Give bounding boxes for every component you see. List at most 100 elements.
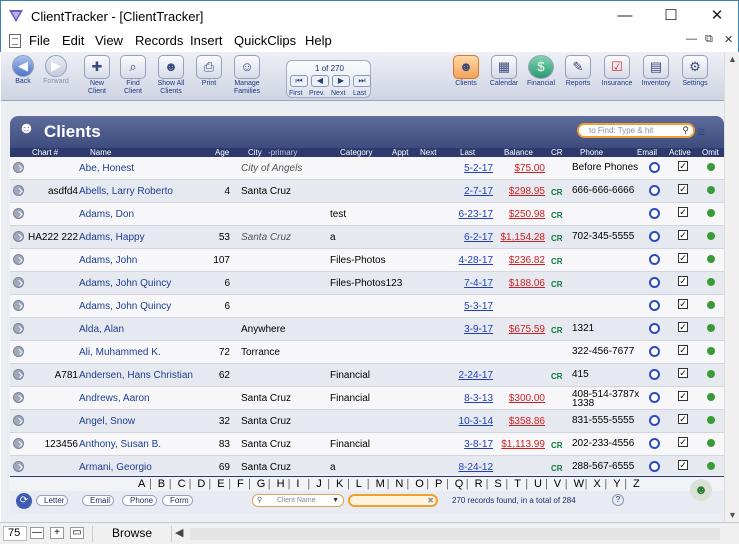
last-visit-link[interactable]: 4-28-17 <box>455 255 493 266</box>
quick-search-input[interactable]: ✖ <box>348 494 438 507</box>
alpha-letter-a[interactable]: A <box>138 478 145 490</box>
col-name[interactable]: Name <box>90 148 111 157</box>
last-visit-link[interactable]: 5-2-17 <box>455 163 493 174</box>
client-name[interactable]: Adams, Don <box>79 209 134 220</box>
col-chart[interactable]: Chart # <box>32 148 58 157</box>
alpha-letter-m[interactable]: M <box>376 478 385 490</box>
email-icon[interactable] <box>649 415 660 426</box>
email-button[interactable]: Email <box>82 495 115 506</box>
maximize-button[interactable]: ☐ <box>648 1 694 31</box>
letter-button[interactable]: Letter <box>36 495 69 506</box>
col-next[interactable]: Next <box>420 148 436 157</box>
client-name[interactable]: Andersen, Hans Christian <box>79 370 193 381</box>
col-appt[interactable]: Appt <box>392 148 408 157</box>
alpha-letter-y[interactable]: Y <box>613 478 620 490</box>
table-row[interactable]: Angel, Snow 32 Santa Cruz 10-3-14 $358.86 831… <box>10 410 724 433</box>
active-checkbox[interactable]: ✓ <box>678 322 688 332</box>
col-last[interactable]: Last <box>460 148 475 157</box>
balance-link[interactable]: $250.98 <box>500 209 545 220</box>
last-visit-link[interactable]: 10-3-14 <box>455 416 493 427</box>
col-age[interactable]: Age <box>215 148 229 157</box>
col-cr[interactable]: CR <box>551 148 563 157</box>
table-row[interactable]: Adams, Don test 6-23-17 $250.98 CR ✓ <box>10 203 724 226</box>
zoom-in-icon[interactable]: + <box>50 527 64 539</box>
active-checkbox[interactable]: ✓ <box>678 161 688 171</box>
email-icon[interactable] <box>649 254 660 265</box>
table-row[interactable]: Ali, Muhammed K. 72 Torrance 322-456-7677 ✓ <box>10 341 724 364</box>
email-icon[interactable] <box>649 208 660 219</box>
email-icon[interactable] <box>649 438 660 449</box>
client-name[interactable]: Adams, John Quincy <box>79 301 171 312</box>
zoom-level[interactable]: 75 <box>3 526 27 541</box>
balance-link[interactable]: $675.59 <box>500 324 545 335</box>
back-button[interactable]: ◀ Back <box>7 55 39 99</box>
alpha-letter-o[interactable]: O <box>415 478 424 490</box>
email-icon[interactable] <box>649 185 660 196</box>
row-select-icon[interactable] <box>13 323 24 334</box>
active-checkbox[interactable]: ✓ <box>678 207 688 217</box>
zoom-out-icon[interactable]: — <box>30 527 44 539</box>
email-icon[interactable] <box>649 392 660 403</box>
row-select-icon[interactable] <box>13 461 24 472</box>
doc-minimize-button[interactable]: — <box>686 33 697 45</box>
email-icon[interactable] <box>649 277 660 288</box>
table-row[interactable]: Adams, John Quincy 6 5-3-17 ✓ <box>10 295 724 318</box>
omit-icon[interactable] <box>707 416 715 424</box>
email-icon[interactable] <box>649 162 660 173</box>
minimize-button[interactable]: — <box>602 1 648 31</box>
table-row[interactable]: Adams, John Quincy 6 Files-Photos123 7-4-17… <box>10 272 724 295</box>
scroll-up-icon[interactable]: ▲ <box>728 54 737 64</box>
col-email[interactable]: Email <box>637 148 657 157</box>
manage-families-button[interactable]: ☺ Manage Families <box>229 55 265 99</box>
document-icon[interactable] <box>9 34 21 48</box>
omit-icon[interactable] <box>707 232 715 240</box>
alpha-letter-g[interactable]: G <box>257 478 266 490</box>
omit-icon[interactable] <box>707 301 715 309</box>
active-checkbox[interactable]: ✓ <box>678 276 688 286</box>
row-select-icon[interactable] <box>13 231 24 242</box>
layout-toggle-icon[interactable]: ▭ <box>70 527 84 539</box>
alpha-letter-e[interactable]: E <box>217 478 224 490</box>
menu-edit[interactable]: Edit <box>62 33 84 48</box>
menu-help[interactable]: Help <box>305 33 332 48</box>
last-record-icon[interactable]: ⏭ <box>353 75 371 87</box>
mode-indicator[interactable]: Browse <box>92 526 172 542</box>
omit-icon[interactable] <box>707 439 715 447</box>
email-icon[interactable] <box>649 346 660 357</box>
reports-button[interactable]: ✎ Reports <box>561 55 595 99</box>
menu-view[interactable]: View <box>95 33 123 48</box>
scroll-down-icon[interactable]: ▼ <box>728 510 737 520</box>
financial-button[interactable]: $ Financial <box>524 55 558 99</box>
alpha-letter-s[interactable]: S <box>494 478 501 490</box>
alpha-letter-u[interactable]: U <box>534 478 542 490</box>
client-name[interactable]: Adams, John <box>79 255 137 266</box>
client-name[interactable]: Adams, John Quincy <box>79 278 171 289</box>
row-select-icon[interactable] <box>13 254 24 265</box>
menu-records[interactable]: Records <box>135 33 183 48</box>
email-icon[interactable] <box>649 323 660 334</box>
last-visit-link[interactable]: 3-9-17 <box>455 324 493 335</box>
alpha-letter-d[interactable]: D <box>197 478 205 490</box>
row-select-icon[interactable] <box>13 208 24 219</box>
row-select-icon[interactable] <box>13 438 24 449</box>
client-name[interactable]: Alda, Alan <box>79 324 124 335</box>
active-checkbox[interactable]: ✓ <box>678 414 688 424</box>
row-select-icon[interactable] <box>13 185 24 196</box>
active-checkbox[interactable]: ✓ <box>678 345 688 355</box>
menu-file[interactable]: File <box>29 33 50 48</box>
last-visit-link[interactable]: 7-4-17 <box>455 278 493 289</box>
first-record-icon[interactable]: ⏮ <box>290 75 308 87</box>
email-icon[interactable] <box>649 231 660 242</box>
group-status-icon[interactable]: ☻ <box>690 479 712 501</box>
row-select-icon[interactable] <box>13 277 24 288</box>
client-name[interactable]: Armani, Georgio <box>79 462 152 473</box>
prev-record-icon[interactable]: ◀ <box>311 75 329 87</box>
active-checkbox[interactable]: ✓ <box>678 299 688 309</box>
table-row[interactable]: Andrews, Aaron Santa Cruz Financial 8-3-13 $… <box>10 387 724 410</box>
last-visit-link[interactable]: 8-24-12 <box>455 462 493 473</box>
find-clear-link[interactable]: cr <box>698 126 705 135</box>
client-name[interactable]: Ali, Muhammed K. <box>79 347 161 358</box>
alpha-letter-l[interactable]: L <box>356 478 362 490</box>
alpha-letter-k[interactable]: K <box>336 478 343 490</box>
clients-button[interactable]: ☻ Clients <box>450 55 482 99</box>
